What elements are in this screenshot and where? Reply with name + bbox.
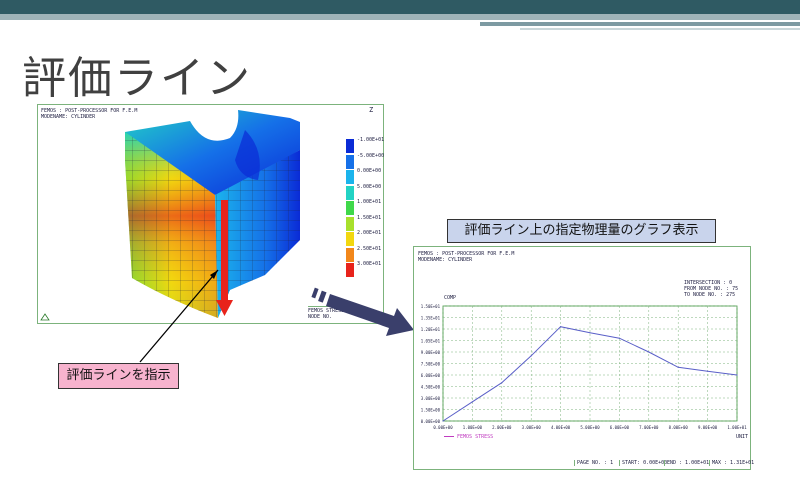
x-tick-label: 5.00E+00: [580, 425, 600, 430]
y-tick-label: 0.00E+00: [421, 419, 441, 424]
y-tick-label: 3.00E+00: [421, 396, 441, 401]
data-point: [530, 355, 532, 357]
y-tick-label: 7.50E+00: [421, 362, 441, 367]
x-tick-label: 8.00E+00: [669, 425, 689, 430]
x-tick-label: 9.00E+00: [698, 425, 718, 430]
y-tick-label: 1.05E+01: [421, 339, 441, 344]
y-tick-label: 1.50E+00: [421, 408, 441, 413]
y-tick-label: 1.20E+01: [421, 327, 441, 332]
y-tick-label: 4.50E+00: [421, 385, 441, 390]
data-point: [648, 351, 650, 353]
data-point: [618, 337, 621, 339]
x-tick-label: 2.00E+00: [492, 425, 512, 430]
y-tick-label: 9.00E+00: [421, 350, 441, 355]
x-tick-label: 1.00E+01: [727, 425, 747, 430]
data-point: [677, 366, 679, 368]
x-tick-label: 1.00E+00: [463, 425, 483, 430]
data-point: [471, 401, 473, 403]
data-point: [707, 370, 709, 372]
x-tick-label: 7.00E+00: [639, 425, 659, 430]
x-tick-label: 3.00E+00: [522, 425, 542, 430]
y-tick-label: 1.50E+01: [421, 304, 441, 309]
x-tick-label: 4.00E+00: [551, 425, 571, 430]
y-tick-label: 6.00E+00: [421, 373, 441, 378]
data-point: [736, 374, 738, 376]
data-point: [442, 420, 444, 422]
x-tick-label: 0.00E+00: [433, 425, 453, 430]
data-point: [589, 332, 591, 334]
data-point: [501, 382, 503, 384]
line-chart: 0.00E+00 1.50E+00 3.00E+00 4.50E+00 6.00E+00…: [421, 304, 747, 430]
x-tick-label: 6.00E+00: [610, 425, 630, 430]
y-tick-label: 1.35E+01: [421, 316, 441, 321]
data-point: [560, 326, 562, 328]
